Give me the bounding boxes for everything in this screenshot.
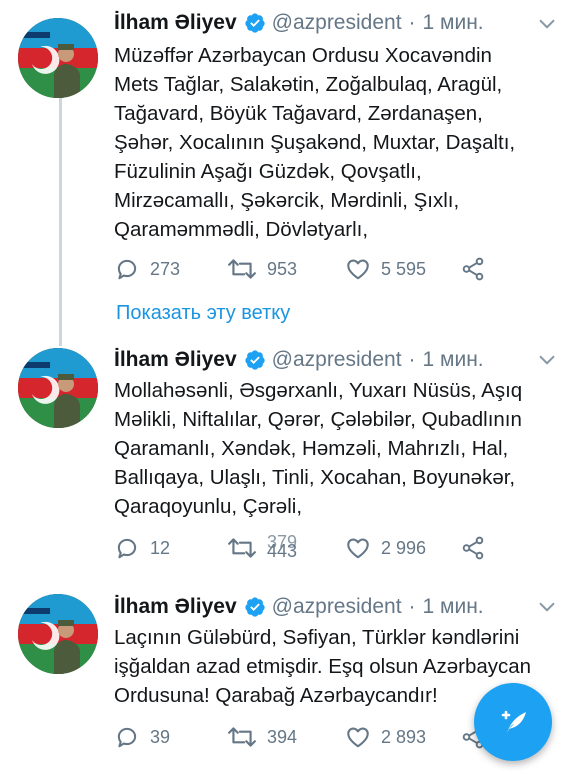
separator-dot: · <box>408 595 416 618</box>
retweet-count: 394 <box>267 726 298 747</box>
tweet-header: İlham Əliyev @azpresident · 1 мин. <box>114 343 484 377</box>
reply-button[interactable]: 39 <box>114 722 170 752</box>
tweet-text-line: Mets Tağlar, Salakətin, Zoğalbulaq, Arag… <box>114 73 503 96</box>
tweet-header: İlham Əliyev @azpresident · 1 мин. <box>114 590 484 624</box>
tweet-text-line: Qaraqoyunlu, Çərəli, <box>114 495 303 518</box>
thread-connector-line <box>59 98 62 346</box>
retweet-count-previous: 379 <box>267 532 298 552</box>
compose-tweet-icon <box>501 710 526 734</box>
show-thread-link[interactable]: Показать эту ветку <box>116 302 290 325</box>
tweet-text-line: Məlikli, Niftalılar, Qərər, Çələbilər, Q… <box>114 408 522 431</box>
tweet-text: Müzəffər Azərbaycan Ordusu Xocavəndin Me… <box>114 41 564 244</box>
retweet-icon <box>227 256 257 282</box>
avatar[interactable] <box>18 594 98 674</box>
reply-count: 39 <box>150 726 171 747</box>
separator-dot: · <box>408 11 416 34</box>
reply-button[interactable]: 12 <box>114 533 170 563</box>
heart-icon <box>345 535 371 561</box>
author-handle[interactable]: @azpresident <box>272 348 402 372</box>
tweet-text-line: işğaldan azad etmişdir. Eşq olsun Azərba… <box>114 655 532 678</box>
heart-icon <box>345 256 371 282</box>
tweet-text-line: Ballıqaya, Ulaşlı, Tinli, Xocahan, Boyun… <box>114 466 516 489</box>
chevron-down-icon[interactable] <box>535 14 559 34</box>
separator-dot: · <box>408 348 416 371</box>
retweet-count: 953 <box>267 258 298 279</box>
tweet-text-line: Qaraməmmədli, Dövlətyarlı, <box>114 218 369 241</box>
compose-tweet-button[interactable] <box>474 683 552 761</box>
tweet-text-line: Qaramanlı, Xəndək, Həmzəli, Mahrızlı, Ha… <box>114 437 509 460</box>
reply-count: 273 <box>150 258 181 279</box>
reply-button[interactable]: 273 <box>114 254 180 284</box>
tweet-text-line: Laçının Güləbürd, Səfiyan, Türklər kəndl… <box>114 626 520 649</box>
timestamp[interactable]: 1 мин. <box>423 348 484 372</box>
retweet-button[interactable]: 443 379 <box>227 532 311 563</box>
tweet-text-line: Mirzəcamallı, Şəkərcik, Mərdinli, Şıxlı, <box>114 189 460 212</box>
avatar-image <box>18 594 98 674</box>
avatar-image <box>18 18 98 98</box>
timestamp[interactable]: 1 мин. <box>423 595 484 619</box>
like-count: 2 893 <box>381 726 427 747</box>
reply-icon <box>114 256 140 282</box>
avatar[interactable] <box>18 348 98 428</box>
tweet-text-line: Füzulinin Aşağı Güzdək, Qovşatlı, <box>114 160 422 183</box>
avatar[interactable] <box>18 18 98 98</box>
tweet-text: Mollahəsənli, Əsgərxanlı, Yuxarı Nüsüs, … <box>114 376 564 521</box>
reply-icon <box>114 535 140 561</box>
share-icon <box>460 535 486 561</box>
retweet-count-animating: 443 379 <box>267 532 311 561</box>
tweet-actions: 12 443 379 2 996 <box>114 532 564 563</box>
author-name[interactable]: İlham Əliyev <box>114 11 237 35</box>
retweet-button[interactable]: 953 <box>227 254 297 284</box>
tweet-text-line: Müzəffər Azərbaycan Ordusu Xocavəndin <box>114 44 492 67</box>
share-button[interactable] <box>460 254 486 284</box>
verified-badge-icon <box>244 596 266 618</box>
share-button[interactable] <box>460 533 486 563</box>
like-button[interactable]: 5 595 <box>345 254 426 284</box>
tweet-text-line: Tağavard, Böyük Tağavard, Zərdanaşen, <box>114 102 483 125</box>
tweet-header: İlham Əliyev @azpresident · 1 мин. <box>114 6 484 40</box>
tweet-text-line: Mollahəsənli, Əsgərxanlı, Yuxarı Nüsüs, … <box>114 379 523 402</box>
share-icon <box>460 256 486 282</box>
avatar-image <box>18 348 98 428</box>
reply-count: 12 <box>150 537 171 558</box>
tweet-text-line: Şəhər, Xocalının Şuşakənd, Muxtar, Daşal… <box>114 131 516 154</box>
author-handle[interactable]: @azpresident <box>272 595 402 619</box>
reply-icon <box>114 724 140 750</box>
author-name[interactable]: İlham Əliyev <box>114 595 237 619</box>
author-name[interactable]: İlham Əliyev <box>114 348 237 372</box>
verified-badge-icon <box>244 349 266 371</box>
verified-badge-icon <box>244 12 266 34</box>
chevron-down-icon[interactable] <box>535 350 559 370</box>
timestamp[interactable]: 1 мин. <box>423 11 484 35</box>
like-count: 2 996 <box>381 537 427 558</box>
retweet-icon <box>227 535 257 561</box>
retweet-button[interactable]: 394 <box>227 722 297 752</box>
tweet-actions: 273 953 5 595 <box>114 254 564 284</box>
heart-icon <box>345 724 371 750</box>
retweet-icon <box>227 724 257 750</box>
like-button[interactable]: 2 893 <box>345 722 426 752</box>
chevron-down-icon[interactable] <box>535 597 559 617</box>
like-button[interactable]: 2 996 <box>345 533 426 563</box>
author-handle[interactable]: @azpresident <box>272 11 402 35</box>
like-count: 5 595 <box>381 258 427 279</box>
